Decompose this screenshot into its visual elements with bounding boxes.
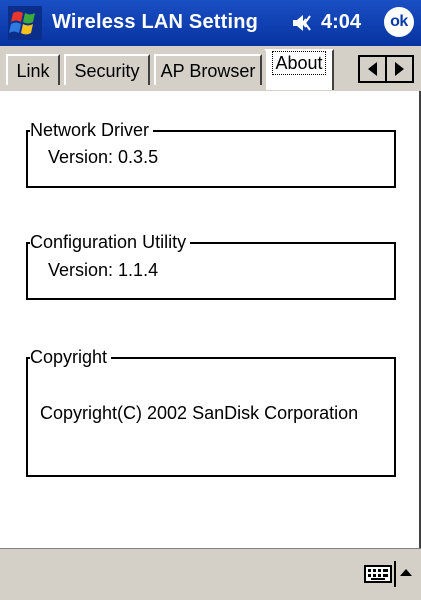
tab-ap-browser[interactable]: AP Browser: [154, 54, 262, 85]
bottom-menu-bar: [0, 548, 421, 600]
tab-link[interactable]: Link: [6, 54, 60, 85]
title-bar: Wireless LAN Setting 4:04 ok: [0, 0, 421, 46]
about-panel: Network Driver Version: 0.3.5 Configurat…: [0, 91, 421, 548]
network-driver-legend: Network Driver: [30, 119, 154, 141]
tab-scroll-left-button[interactable]: [360, 57, 385, 81]
network-driver-group: Network Driver Version: 0.3.5: [26, 119, 396, 188]
configuration-utility-version: Version: 1.1.4: [48, 260, 159, 280]
arrow-right-icon: [395, 62, 404, 76]
arrow-left-icon: [368, 62, 377, 76]
tab-scroll-arrows: [358, 55, 414, 83]
sip-divider: [394, 561, 396, 587]
copyright-legend: Copyright: [30, 346, 112, 368]
app-title: Wireless LAN Setting: [52, 11, 259, 33]
network-driver-version: Version: 0.3.5: [48, 147, 159, 167]
clock[interactable]: 4:04: [321, 11, 361, 34]
speaker-icon[interactable]: [291, 13, 317, 33]
copyright-text: Copyright(C) 2002 SanDisk Corporation: [40, 403, 359, 423]
configuration-utility-group: Configuration Utility Version: 1.1.4: [26, 231, 396, 300]
tab-security[interactable]: Security: [64, 54, 150, 85]
configuration-utility-legend: Configuration Utility: [30, 231, 191, 253]
keyboard-icon[interactable]: [364, 565, 392, 583]
ok-button[interactable]: ok: [384, 7, 414, 37]
copyright-group: Copyright Copyright(C) 2002 SanDisk Corp…: [26, 346, 396, 477]
tab-about[interactable]: About: [264, 49, 334, 90]
sip-menu-arrow-icon[interactable]: [400, 569, 412, 576]
tab-about-label: About: [272, 51, 326, 75]
windows-start-icon[interactable]: [8, 6, 42, 40]
tab-scroll-right-button[interactable]: [385, 57, 412, 81]
tab-bar: Link Security AP Browser About: [0, 46, 421, 92]
